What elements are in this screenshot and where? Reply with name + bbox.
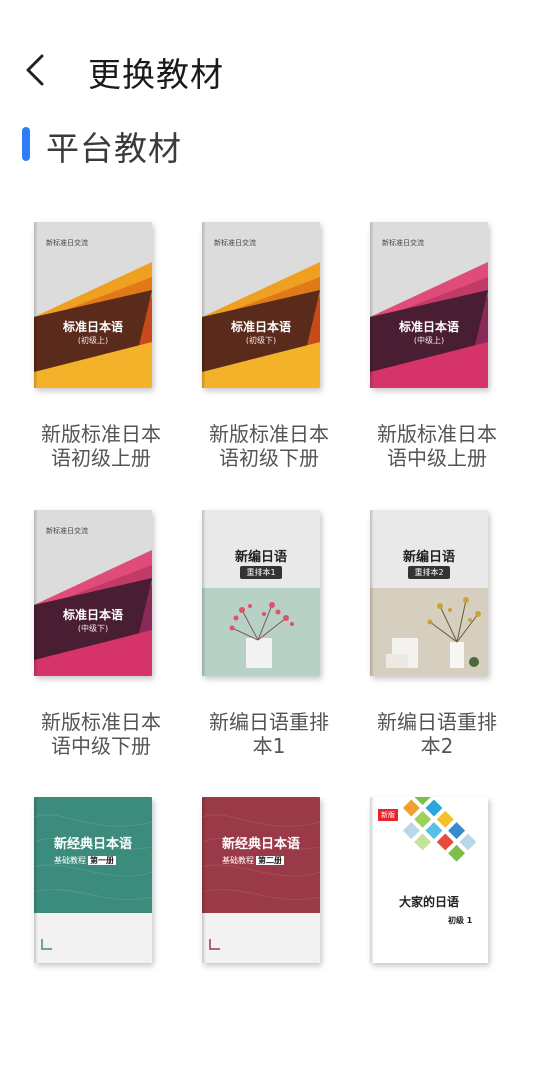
book-title: 新版标准日本语中级上册 xyxy=(377,422,497,470)
cover-subtitle: (初级上) xyxy=(77,336,109,345)
book-cover: 新标准日交流 标准日本语 (中级上) xyxy=(370,222,488,388)
cover-publisher: 新标准日交流 xyxy=(214,239,256,247)
cover-art xyxy=(202,510,320,676)
cover-subtitle: 基础教程 第一册 xyxy=(54,855,116,866)
cover-badge: 重排本2 xyxy=(408,566,450,579)
cover-title: 新编日语 xyxy=(234,550,287,565)
cover-subtitle: (初级下) xyxy=(245,336,277,345)
cover-subtitle: 基础教程 第二册 xyxy=(222,855,284,866)
book-cover: 新经典日本语 基础教程 第一册 xyxy=(34,797,152,963)
cover-series: 基础教程 xyxy=(54,856,86,865)
book-item[interactable]: 新标准日交流 标准日本语 (初级上) 新版标准日本语初级上册 xyxy=(18,222,186,492)
book-title: 新版标准日本语初级下册 xyxy=(209,422,329,470)
cover-title: 标准日本语 xyxy=(230,320,291,334)
textbook-grid: 新标准日交流 标准日本语 (初级上) 新版标准日本语初级上册 新标准日交流 标准… xyxy=(0,0,540,963)
book-item[interactable]: 新标准日交流 标准日本语 (中级下) 新版标准日本语中级下册 xyxy=(18,510,186,780)
cover-subtitle: 初级 1 xyxy=(448,916,473,925)
book-cover: 新经典日本语 基础教程 第二册 xyxy=(202,797,320,963)
book-title: 新版标准日本语中级下册 xyxy=(41,710,161,758)
cover-badge: 第一册 xyxy=(88,856,116,865)
book-item[interactable]: 新编日语 重排本1 新编日语重排本1 xyxy=(186,510,354,780)
book-item[interactable]: 新标准日交流 标准日本语 (初级下) 新版标准日本语初级下册 xyxy=(186,222,354,492)
cover-title: 新经典日本语 xyxy=(53,837,132,852)
cover-publisher: 新标准日交流 xyxy=(46,239,88,247)
cover-tag: 新版 xyxy=(378,809,398,821)
cover-art xyxy=(370,797,488,963)
book-item[interactable]: 新经典日本语 基础教程 第二册 xyxy=(186,797,354,1067)
cover-badge: 第二册 xyxy=(256,856,284,865)
book-cover: 新标准日交流 标准日本语 (初级下) xyxy=(202,222,320,388)
cover-title: 新编日语 xyxy=(402,550,455,565)
cover-badge: 重排本1 xyxy=(240,566,282,579)
cover-subtitle: (中级下) xyxy=(77,624,109,633)
book-title: 新编日语重排本1 xyxy=(209,710,329,758)
book-item[interactable]: 新经典日本语 基础教程 第一册 xyxy=(18,797,186,1067)
book-cover: 新标准日交流 标准日本语 (初级上) xyxy=(34,222,152,388)
cover-title: 标准日本语 xyxy=(62,320,123,334)
cover-publisher: 新标准日交流 xyxy=(382,239,424,247)
book-title: 新编日语重排本2 xyxy=(377,710,497,758)
cover-series: 基础教程 xyxy=(222,856,254,865)
book-item[interactable]: 新版 大家的日语 初级 1 xyxy=(354,797,522,1067)
book-item[interactable]: 新标准日交流 标准日本语 (中级上) 新版标准日本语中级上册 xyxy=(354,222,522,492)
book-cover: 新编日语 重排本1 xyxy=(202,510,320,676)
cover-title: 标准日本语 xyxy=(398,320,459,334)
cover-title: 新经典日本语 xyxy=(221,837,300,852)
cover-art xyxy=(370,510,488,676)
book-cover: 新编日语 重排本2 xyxy=(370,510,488,676)
cover-art xyxy=(202,797,320,963)
book-item[interactable]: 新编日语 重排本2 新编日语重排本2 xyxy=(354,510,522,780)
book-cover: 新标准日交流 标准日本语 (中级下) xyxy=(34,510,152,676)
cover-title: 大家的日语 xyxy=(398,895,459,909)
cover-title: 标准日本语 xyxy=(62,608,123,622)
cover-art xyxy=(34,797,152,963)
book-cover: 新版 大家的日语 初级 1 xyxy=(370,797,488,963)
cover-publisher: 新标准日交流 xyxy=(46,527,88,535)
cover-subtitle: (中级上) xyxy=(413,336,445,345)
book-title: 新版标准日本语初级上册 xyxy=(41,422,161,470)
